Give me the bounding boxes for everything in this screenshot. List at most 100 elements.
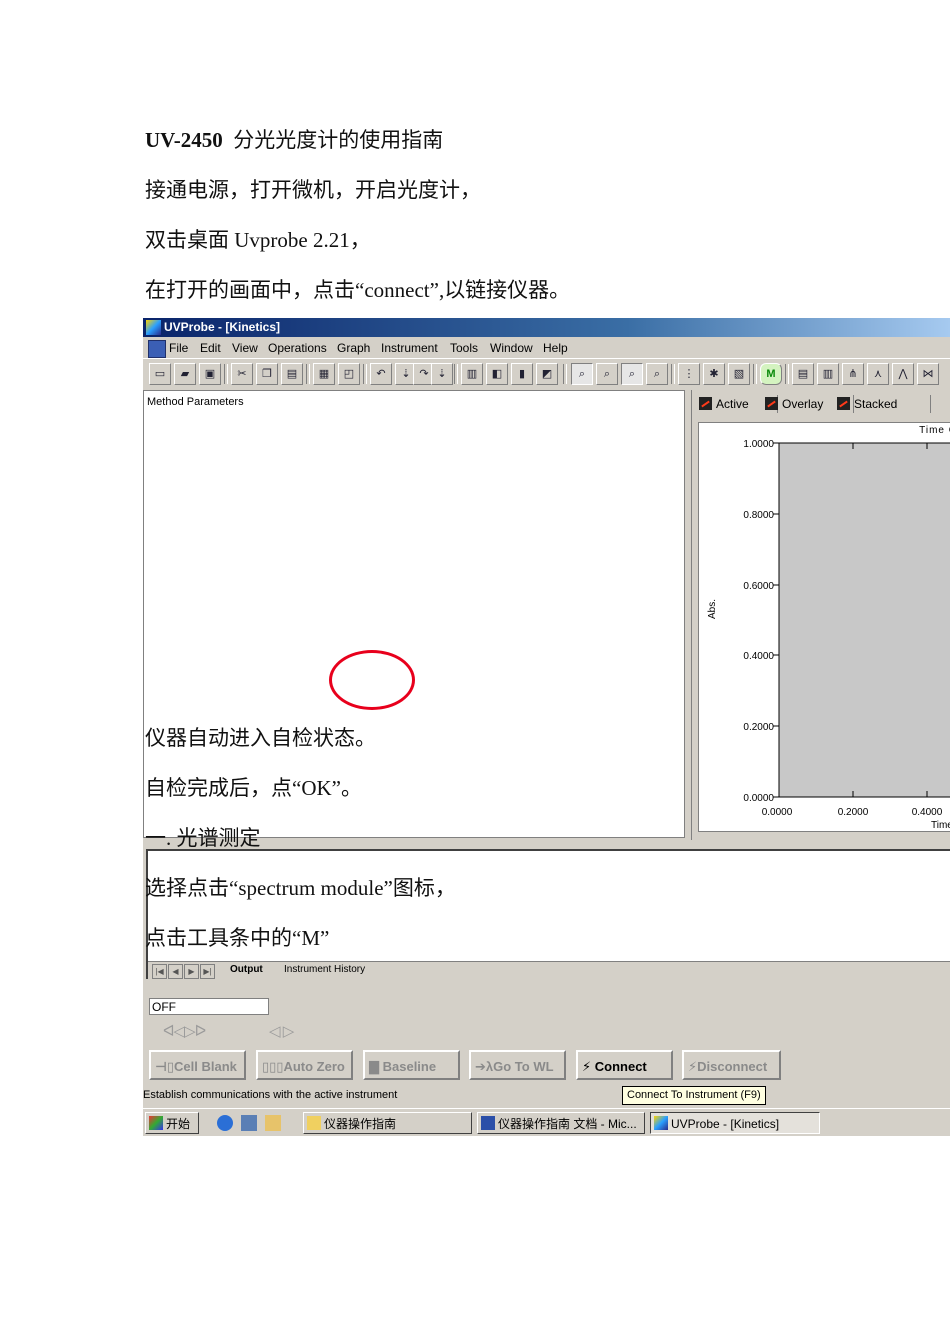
taskbar-word-document[interactable]: 仪器操作指南 文档 - Mic... [477, 1112, 645, 1134]
new-file-icon[interactable]: ▭ [149, 363, 171, 385]
doc-step-power: 接通电源，打开微机，开启光度计， [145, 178, 481, 202]
paste-icon[interactable]: ▤ [281, 363, 303, 385]
tab-overlay-label: Overlay [782, 397, 824, 411]
page-nav-icon[interactable]: ◁ ▷ [269, 1022, 294, 1040]
spectrum-icon[interactable]: ◩ [536, 363, 558, 385]
doc-step-connect: 在打开的画面中，点击“connect”,以链接仪器。 [145, 278, 571, 302]
tab-stacked[interactable]: Stacked [834, 395, 931, 413]
kinetics-graph[interactable]: Time C 1.0000 0.8000 [698, 422, 950, 832]
print-icon[interactable]: ▦ [313, 363, 335, 385]
area-icon[interactable]: ⋀ [892, 363, 914, 385]
menu-tools[interactable]: Tools [450, 341, 478, 355]
menu-window[interactable]: Window [490, 341, 533, 355]
windows-logo-icon [149, 1116, 163, 1130]
auto-zero-button[interactable]: ▯▯▯Auto Zero [256, 1050, 353, 1080]
next-tab-icon[interactable]: ▶ [184, 964, 199, 979]
menu-file[interactable]: File [169, 341, 188, 355]
report-icon[interactable]: ▥ [461, 363, 483, 385]
tab-active-label: Active [716, 397, 749, 411]
go-to-wl-icon: ➔λ [475, 1059, 494, 1074]
zoom-x-icon[interactable]: ⌕ [621, 363, 643, 385]
tab-instrument-history[interactable]: Instrument History [284, 964, 365, 975]
method-m-icon[interactable]: M [760, 363, 782, 385]
menu-view[interactable]: View [232, 341, 258, 355]
menu-bar: File Edit View Operations Graph Instrume… [143, 337, 950, 359]
cell-blank-icon: ⊣▯ [155, 1059, 175, 1074]
doc-title-text: 分光光度计的使用指南 [233, 128, 444, 152]
baseline-button[interactable]: ▇ Baseline [363, 1050, 460, 1080]
disconnect-label: Disconnect [697, 1059, 768, 1074]
status-bar-text: Establish communications with the active… [143, 1089, 398, 1101]
taskbar-uvprobe-label: UVProbe - [Kinetics] [671, 1117, 780, 1131]
tab-stacked-label: Stacked [854, 397, 898, 411]
wavelength-nav-icon[interactable]: ᐊ◁▷ᐅ [163, 1022, 206, 1040]
taskbar-folder-guide[interactable]: 仪器操作指南 [303, 1112, 472, 1134]
uvprobe-task-icon [654, 1116, 668, 1130]
photometric-icon[interactable]: ▮ [511, 363, 533, 385]
doc-step-ok: 自检完成后，点“OK”。 [145, 776, 362, 800]
start-button[interactable]: 开始 [145, 1112, 199, 1134]
instrument-status-field: OFF [149, 998, 269, 1015]
show-desktop-icon[interactable] [241, 1115, 257, 1131]
print-preview-icon[interactable]: ◰ [338, 363, 360, 385]
cut-icon[interactable]: ✂ [231, 363, 253, 385]
disconnect-button[interactable]: ⚡Disconnect [682, 1050, 781, 1080]
y-tick-label: 0.4000 [743, 651, 774, 662]
properties-icon[interactable]: ✱ [703, 363, 725, 385]
menu-operations[interactable]: Operations [268, 341, 327, 355]
point-pick-icon[interactable]: ⋏ [867, 363, 889, 385]
connect-plug-icon: ⚡ [582, 1059, 595, 1074]
y-tick-label: 0.2000 [743, 722, 774, 733]
outlook-express-icon[interactable] [265, 1115, 281, 1131]
doc-section-spectrum: 一. 光谱测定 [145, 826, 261, 850]
taskbar-folder-label: 仪器操作指南 [324, 1117, 397, 1131]
grid-icon[interactable]: ⋮ [678, 363, 700, 385]
derivative-icon[interactable]: ⋈ [917, 363, 939, 385]
first-tab-icon[interactable]: |◀ [152, 964, 167, 979]
internet-explorer-icon[interactable] [217, 1115, 233, 1131]
kinetics-icon[interactable]: ◧ [486, 363, 508, 385]
open-folder-icon[interactable]: ▰ [174, 363, 196, 385]
undo-icon[interactable]: ↶ [370, 363, 392, 385]
doc-step-selftest: 仪器自动进入自检状态。 [145, 726, 376, 750]
menu-help[interactable]: Help [543, 341, 568, 355]
menu-graph[interactable]: Graph [337, 341, 370, 355]
graph-canvas: 1.0000 0.8000 0.6000 0.4000 0.2000 0.000… [707, 439, 950, 831]
go-to-wl-button[interactable]: ➔λGo To WL [469, 1050, 566, 1080]
save-icon[interactable]: ▣ [199, 363, 221, 385]
cell-blank-button[interactable]: ⊣▯Cell Blank [149, 1050, 246, 1080]
mdi-document-icon[interactable] [148, 340, 166, 358]
active-graph-icon [699, 397, 712, 410]
folder-icon [307, 1116, 321, 1130]
doc-step-spectrum-module: 选择点击“spectrum module”图标， [145, 876, 456, 900]
peak-pick-icon[interactable]: ⋔ [842, 363, 864, 385]
baseline-icon: ▇ [369, 1059, 383, 1074]
word-icon [481, 1116, 495, 1130]
doc-title-model: UV-2450 [145, 128, 223, 152]
zoom-icon[interactable]: ⌕ [571, 363, 593, 385]
auto-zero-icon: ▯▯▯ [262, 1059, 284, 1074]
table-icon[interactable]: ▤ [792, 363, 814, 385]
zoom-area-icon[interactable]: ⌕ [596, 363, 618, 385]
prev-tab-icon[interactable]: ◀ [168, 964, 183, 979]
window-title: UVProbe - [Kinetics] [164, 320, 281, 334]
copy-icon[interactable]: ❐ [256, 363, 278, 385]
y-tick-marks [773, 442, 779, 798]
menu-edit[interactable]: Edit [200, 341, 221, 355]
x-tick-label: 0.4000 [912, 807, 943, 818]
taskbar-uvprobe[interactable]: UVProbe - [Kinetics] [650, 1112, 820, 1134]
y-tick-label: 0.8000 [743, 510, 774, 521]
tab-output[interactable]: Output [230, 964, 263, 975]
x-axis-label: Time [931, 820, 950, 831]
overlay-graph-icon [765, 397, 778, 410]
peak-table-icon[interactable]: ▥ [817, 363, 839, 385]
x-tick-label: 0.0000 [762, 807, 793, 818]
settings-icon[interactable]: ▧ [728, 363, 750, 385]
windows-taskbar: 开始 仪器操作指南 仪器操作指南 文档 - Mic... UVProbe - [… [143, 1108, 950, 1136]
zoom-y-icon[interactable]: ⌕ [646, 363, 668, 385]
connect-button[interactable]: ⚡ Connect [576, 1050, 673, 1080]
redo-dropdown-icon[interactable]: ⇣ [431, 363, 453, 385]
menu-instrument[interactable]: Instrument [381, 341, 438, 355]
y-tick-label: 0.0000 [743, 793, 774, 804]
last-tab-icon[interactable]: ▶| [200, 964, 215, 979]
